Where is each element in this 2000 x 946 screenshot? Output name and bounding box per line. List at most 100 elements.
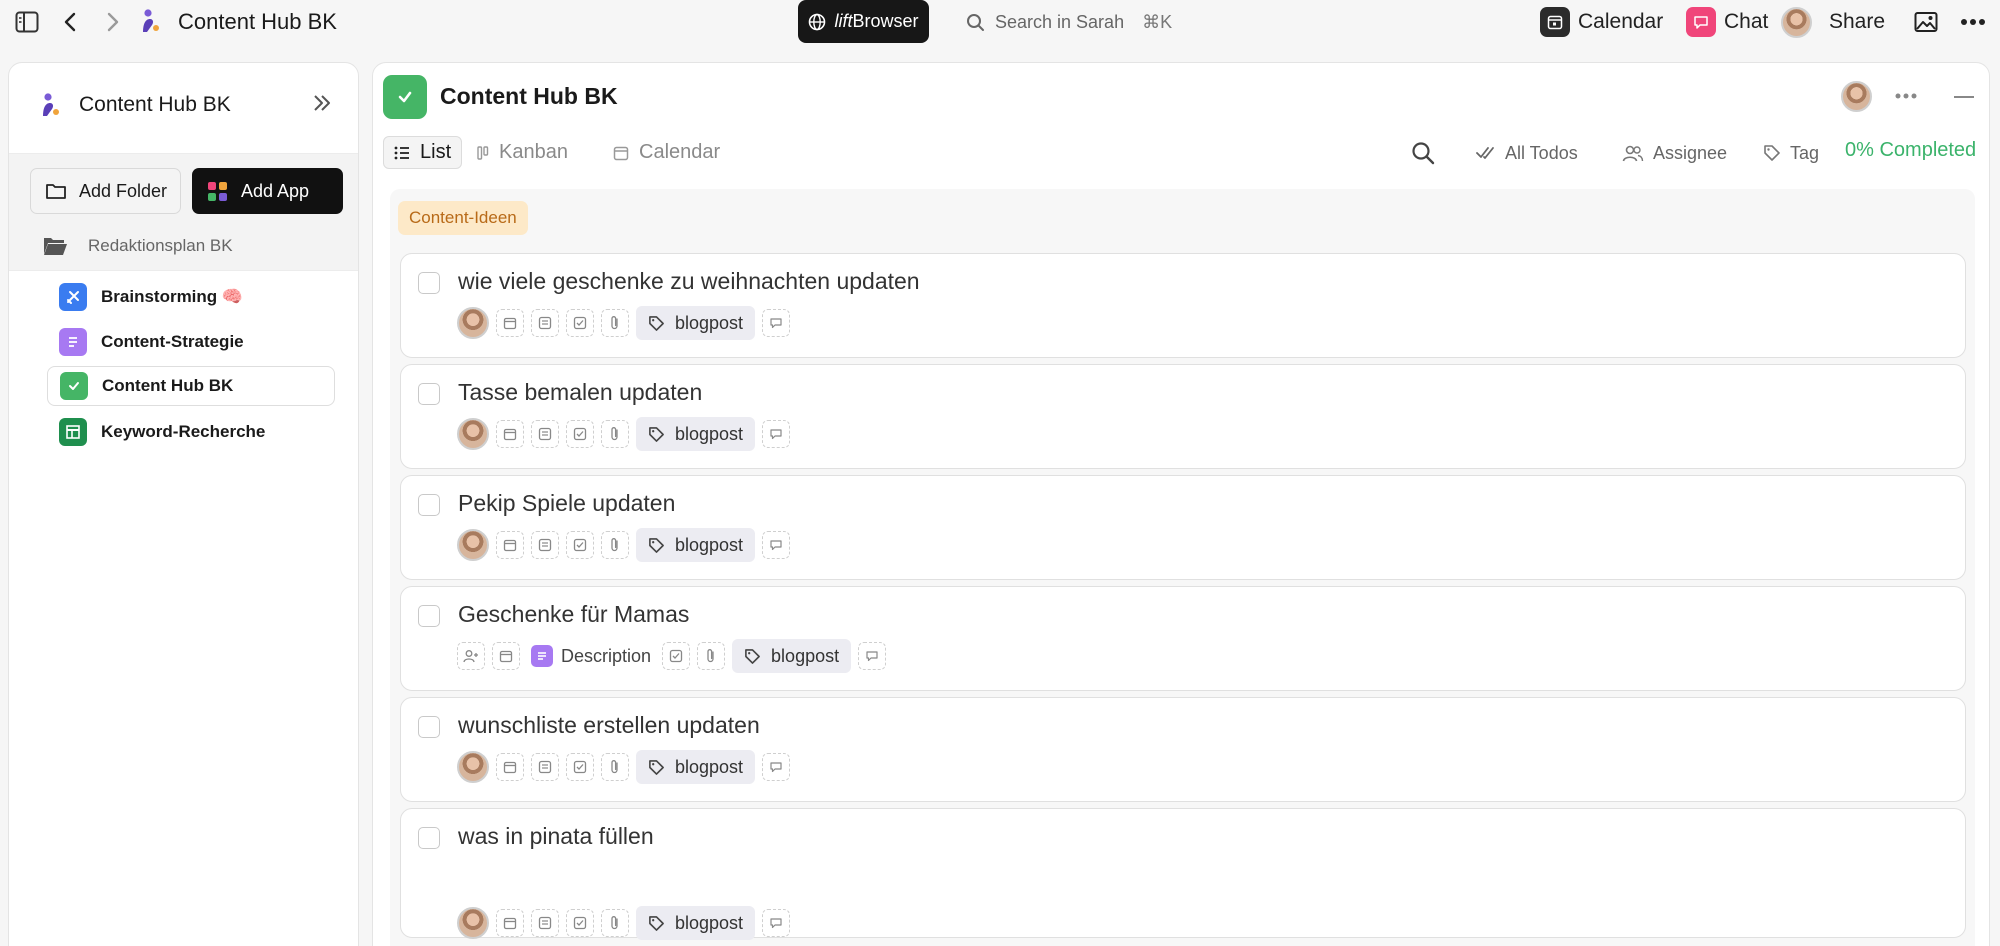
attachment-icon[interactable] [601, 531, 629, 559]
due-date-icon[interactable] [496, 753, 524, 781]
assign-user-icon[interactable] [457, 642, 485, 670]
task-card[interactable]: Geschenke für Mamas Description blogpost [400, 586, 1966, 691]
tag-chip[interactable]: blogpost [636, 417, 756, 451]
task-title[interactable]: wunschliste erstellen updaten [458, 712, 760, 739]
subtask-icon[interactable] [566, 309, 594, 337]
comment-icon[interactable] [762, 420, 791, 448]
task-card[interactable]: Tasse bemalen updaten blogpost [400, 364, 1966, 469]
attachment-icon[interactable] [601, 753, 629, 781]
chat-button[interactable]: Chat [1686, 6, 1768, 38]
share-button[interactable]: Share [1829, 6, 1885, 38]
task-card[interactable]: wie viele geschenke zu weihnachten updat… [400, 253, 1966, 358]
comment-icon[interactable] [858, 642, 887, 670]
subtask-icon[interactable] [662, 642, 691, 670]
tag-chip[interactable]: blogpost [636, 528, 756, 562]
tag-chip[interactable]: blogpost [732, 639, 852, 673]
assignee-avatar[interactable] [457, 307, 489, 339]
calendar-button[interactable]: Calendar [1540, 6, 1663, 38]
task-card[interactable]: was in pinata füllen blogpost [400, 808, 1966, 940]
tag-label: blogpost [675, 912, 744, 933]
sidebar-item-content-hub[interactable]: Content Hub BK [47, 366, 335, 406]
tag-chip[interactable]: blogpost [636, 750, 756, 784]
task-checkbox[interactable] [418, 605, 440, 627]
task-meta: blogpost [457, 417, 791, 451]
task-title[interactable]: Tasse bemalen updaten [458, 379, 702, 406]
task-title[interactable]: Geschenke für Mamas [458, 601, 689, 628]
add-folder-button[interactable]: Add Folder [30, 168, 181, 214]
filter-tag[interactable]: Tag [1763, 138, 1819, 168]
attachment-icon[interactable] [601, 309, 629, 337]
add-description-icon[interactable] [531, 309, 559, 337]
lift-browser-button[interactable]: liftBrowser [798, 0, 929, 43]
folder-redaktionsplan[interactable]: Redaktionsplan BK [42, 235, 233, 257]
due-date-icon[interactable] [496, 309, 524, 337]
tab-kanban[interactable]: Kanban [467, 136, 578, 169]
assignee-avatar[interactable] [457, 529, 489, 561]
global-search[interactable]: Search in Sarah ⌘K [966, 9, 1172, 35]
attachment-icon[interactable] [601, 909, 629, 937]
owner-avatar[interactable] [1841, 81, 1872, 112]
collapse-sidebar-icon[interactable] [312, 93, 332, 118]
filter-all-todos[interactable]: All Todos [1476, 138, 1578, 168]
tab-list[interactable]: List [383, 136, 463, 169]
add-description-icon[interactable] [531, 531, 559, 559]
comment-icon[interactable] [762, 531, 791, 559]
user-avatar[interactable] [1781, 7, 1812, 38]
sidebar-item-label: Content-Strategie [101, 332, 244, 351]
tab-label: Kanban [499, 141, 568, 163]
task-card[interactable]: wunschliste erstellen updaten blogpost [400, 697, 1966, 802]
subtask-icon[interactable] [566, 753, 594, 781]
sidebar-item-keyword-recherche[interactable]: Keyword-Recherche [47, 412, 335, 452]
double-check-icon [1476, 147, 1494, 159]
add-app-button[interactable]: Add App [192, 168, 343, 214]
calendar-label: Calendar [1578, 10, 1664, 33]
comment-icon[interactable] [762, 753, 791, 781]
sidebar-item-brainstorming[interactable]: Brainstorming 🧠 [47, 277, 335, 317]
subtask-icon[interactable] [566, 420, 594, 448]
kanban-icon [477, 145, 489, 160]
tab-calendar[interactable]: Calendar [603, 136, 730, 169]
due-date-icon[interactable] [492, 642, 520, 670]
task-checkbox[interactable] [418, 827, 440, 849]
attachment-icon[interactable] [601, 420, 629, 448]
tag-chip[interactable]: blogpost [636, 306, 756, 340]
subtask-icon[interactable] [566, 531, 594, 559]
assignee-avatar[interactable] [457, 418, 489, 450]
add-description-icon[interactable] [531, 909, 559, 937]
group-badge[interactable]: Content-Ideen [398, 201, 528, 235]
due-date-icon[interactable] [496, 531, 524, 559]
description-chip[interactable]: Description [527, 639, 655, 673]
search-tasks-icon[interactable] [1411, 138, 1435, 168]
window-title: Content Hub BK [178, 9, 337, 34]
due-date-icon[interactable] [496, 909, 524, 937]
sidebar-toggle-icon[interactable] [14, 10, 40, 34]
more-options-icon[interactable] [1959, 12, 1987, 32]
back-arrow-icon[interactable] [60, 10, 80, 34]
task-checkbox[interactable] [418, 383, 440, 405]
assignee-avatar[interactable] [457, 751, 489, 783]
comment-icon[interactable] [762, 909, 791, 937]
image-icon[interactable] [1913, 10, 1939, 34]
task-checkbox[interactable] [418, 494, 440, 516]
tag-label: blogpost [771, 645, 840, 666]
task-title[interactable]: Pekip Spiele updaten [458, 490, 675, 517]
task-checkbox[interactable] [418, 716, 440, 738]
add-description-icon[interactable] [531, 753, 559, 781]
subtask-icon[interactable] [566, 909, 594, 937]
panel-more-icon[interactable] [1895, 93, 1917, 99]
task-card[interactable]: Pekip Spiele updaten blogpost [400, 475, 1966, 580]
assignee-avatar[interactable] [457, 907, 489, 939]
due-date-icon[interactable] [496, 420, 524, 448]
add-description-icon[interactable] [531, 420, 559, 448]
sidebar-item-content-strategie[interactable]: Content-Strategie [47, 322, 335, 362]
forward-arrow-icon[interactable] [103, 10, 123, 34]
task-title[interactable]: wie viele geschenke zu weihnachten updat… [458, 268, 920, 295]
tag-chip[interactable]: blogpost [636, 906, 756, 940]
task-checkbox[interactable] [418, 272, 440, 294]
search-placeholder: Search in Sarah [995, 11, 1125, 32]
minimize-icon[interactable] [1953, 95, 1975, 99]
filter-assignee[interactable]: Assignee [1622, 138, 1727, 168]
task-title[interactable]: was in pinata füllen [458, 823, 654, 850]
attachment-icon[interactable] [697, 642, 726, 670]
comment-icon[interactable] [762, 309, 791, 337]
